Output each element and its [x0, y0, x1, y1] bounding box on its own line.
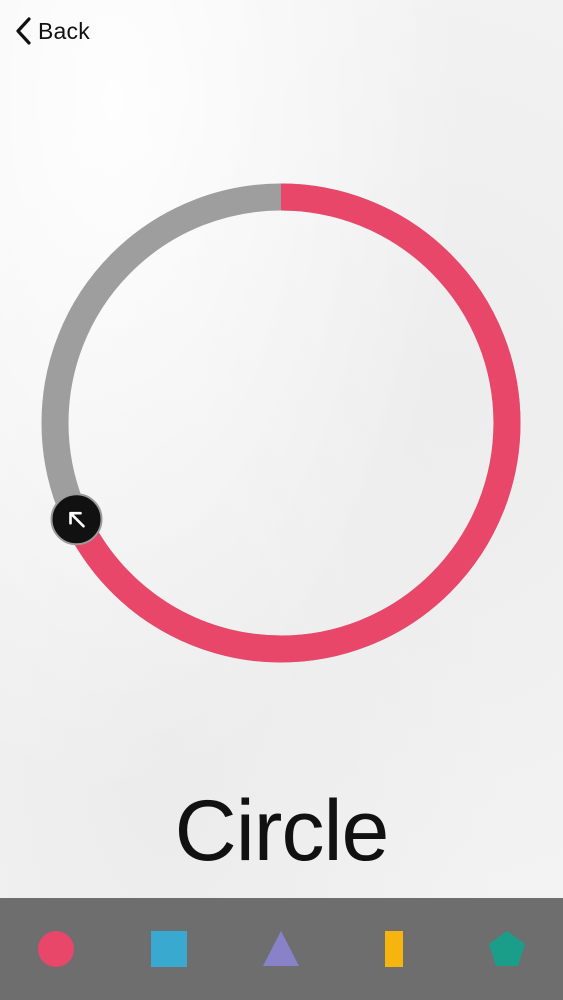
square-icon — [150, 931, 187, 967]
pentagon-icon — [488, 931, 525, 966]
circle-shape-button[interactable] — [16, 909, 96, 989]
rectangle-icon — [385, 931, 404, 967]
triangle-shape-button[interactable] — [241, 909, 321, 989]
shape-title: Circle — [174, 783, 390, 879]
rectangle-shape-button[interactable] — [354, 909, 434, 989]
square-shape-button[interactable] — [129, 909, 209, 989]
progress-ring — [41, 183, 521, 663]
ring-handle[interactable] — [50, 493, 103, 546]
triangle-icon — [263, 931, 300, 966]
pentagon-shape-button[interactable] — [467, 909, 547, 989]
shape-selector-bar — [0, 898, 563, 1000]
circle-icon — [38, 931, 75, 967]
